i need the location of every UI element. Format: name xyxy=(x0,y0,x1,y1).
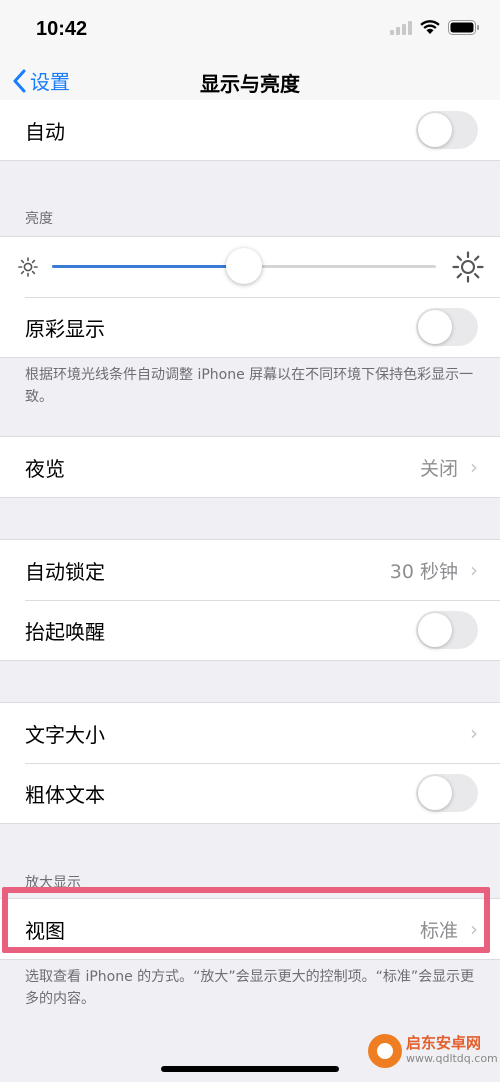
sun-small-icon xyxy=(18,257,38,277)
night-shift-row[interactable]: 夜览 关闭 › xyxy=(0,437,500,497)
auto-lock-label: 自动锁定 xyxy=(25,559,105,584)
true-tone-label: 原彩显示 xyxy=(25,316,105,341)
brightness-group: 原彩显示 xyxy=(0,236,500,358)
raise-to-wake-row: 抬起唤醒 xyxy=(0,600,500,660)
brightness-slider-row xyxy=(0,237,500,297)
chevron-right-icon: › xyxy=(470,558,478,582)
watermark: 启东安卓网 www.qdltdq.com xyxy=(368,1034,498,1068)
auto-toggle[interactable] xyxy=(416,111,478,149)
zoom-view-value: 标准 xyxy=(419,919,458,942)
chevron-right-icon: › xyxy=(470,721,478,745)
text-size-label: 文字大小 xyxy=(25,722,105,747)
watermark-url: www.qdltdq.com xyxy=(406,1052,498,1065)
chevron-right-icon: › xyxy=(470,455,478,479)
auto-label: 自动 xyxy=(25,119,65,144)
bold-text-label: 粗体文本 xyxy=(25,782,105,807)
page-title: 显示与亮度 xyxy=(200,72,300,96)
chevron-right-icon: › xyxy=(470,917,478,941)
status-bar: 10:42 xyxy=(0,0,500,60)
night-shift-group: 夜览 关闭 › xyxy=(0,436,500,498)
bold-text-toggle[interactable] xyxy=(416,774,478,812)
text-size-row[interactable]: 文字大小 › xyxy=(0,703,500,763)
lock-group: 自动锁定 30 秒钟 › 抬起唤醒 xyxy=(0,539,500,661)
zoom-header: 放大显示 xyxy=(25,875,81,891)
sun-large-icon xyxy=(452,251,484,283)
battery-icon xyxy=(448,20,480,35)
brightness-slider-thumb[interactable] xyxy=(226,248,262,284)
wifi-icon xyxy=(420,20,440,35)
night-shift-value: 关闭 xyxy=(419,457,458,480)
status-time: 10:42 xyxy=(36,18,88,40)
auto-row: 自动 xyxy=(0,100,500,160)
zoom-view-label: 视图 xyxy=(25,918,65,943)
raise-to-wake-toggle[interactable] xyxy=(416,611,478,649)
auto-lock-row[interactable]: 自动锁定 30 秒钟 › xyxy=(0,540,500,600)
zoom-footer: 选取查看 iPhone 的方式。“放大”会显示更大的控制项。“标准”会显示更多的… xyxy=(25,969,475,1007)
true-tone-row: 原彩显示 xyxy=(0,297,500,357)
zoom-group: 视图 标准 › xyxy=(0,898,500,960)
auto-group: 自动 xyxy=(0,100,500,161)
zoom-view-row[interactable]: 视图 标准 › xyxy=(0,899,500,959)
home-indicator[interactable] xyxy=(161,1066,339,1072)
brightness-header: 亮度 xyxy=(25,211,53,227)
night-shift-label: 夜览 xyxy=(25,456,65,481)
cellular-signal-icon xyxy=(390,20,412,35)
auto-lock-value: 30 秒钟 xyxy=(389,560,458,583)
raise-to-wake-label: 抬起唤醒 xyxy=(25,619,105,644)
status-icons xyxy=(390,20,480,35)
bold-text-row: 粗体文本 xyxy=(0,763,500,823)
brightness-slider[interactable] xyxy=(52,248,436,284)
true-tone-toggle[interactable] xyxy=(416,308,478,346)
watermark-logo-icon xyxy=(368,1034,402,1068)
brightness-slider-fill xyxy=(52,265,244,268)
brightness-footer: 根据环境光线条件自动调整 iPhone 屏幕以在不同环境下保持色彩显示一致。 xyxy=(25,367,474,405)
watermark-name: 启东安卓网 xyxy=(406,1034,482,1052)
text-group: 文字大小 › 粗体文本 xyxy=(0,702,500,824)
